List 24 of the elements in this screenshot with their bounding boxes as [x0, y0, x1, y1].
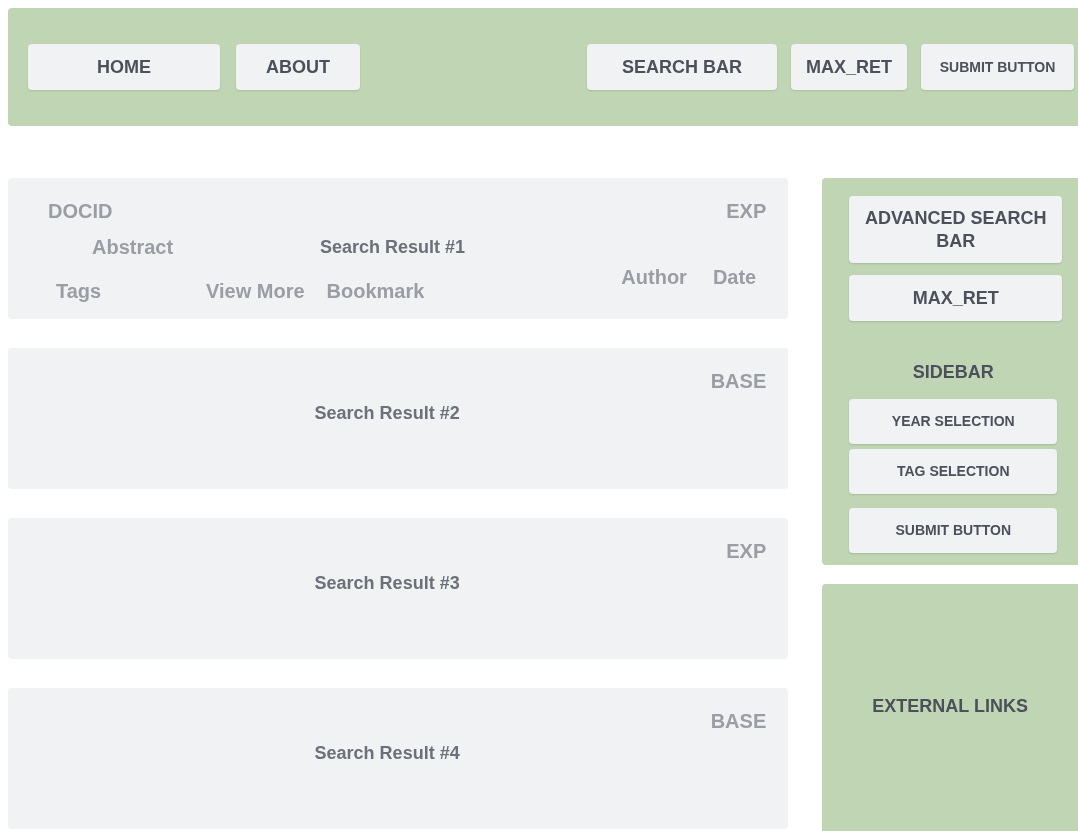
author-text: Author: [621, 265, 687, 290]
filter-button[interactable]: TAG SELECTION: [849, 449, 1058, 494]
search-bar[interactable]: SEARCH BAR: [587, 44, 777, 90]
submit-button[interactable]: SUBMIT BUTTON: [849, 508, 1058, 553]
result-type-label: EXP: [726, 199, 767, 224]
filter-button[interactable]: YEAR SELECTION: [849, 399, 1058, 444]
nav-button[interactable]: ABOUT: [236, 44, 360, 90]
result-title: Search Result #2: [314, 402, 460, 425]
nav-button[interactable]: HOME: [28, 44, 220, 90]
submit-button[interactable]: SUBMIT BUTTON: [921, 44, 1074, 90]
result-title: Search Result #4: [314, 742, 460, 765]
result-title: Search Result #1: [320, 235, 466, 259]
doc-id: DOCID: [48, 199, 113, 224]
advanced-search-bar[interactable]: ADVANCED SEARCH BAR: [849, 196, 1063, 263]
result-type-label: BASE: [710, 369, 767, 394]
date-text: Date: [712, 265, 757, 290]
external-links-label: EXTERNAL LINKS: [872, 694, 1028, 718]
max-results-field[interactable]: MAX_RET: [791, 44, 907, 90]
abstract-text: Abstract: [92, 235, 175, 260]
result-title: Search Result #3: [314, 572, 460, 595]
result-type-label: BASE: [710, 709, 767, 734]
result-type-label: EXP: [726, 539, 767, 564]
sidebar-heading: SIDEBAR: [911, 361, 995, 384]
max-results-field[interactable]: MAX_RET: [849, 275, 1063, 321]
